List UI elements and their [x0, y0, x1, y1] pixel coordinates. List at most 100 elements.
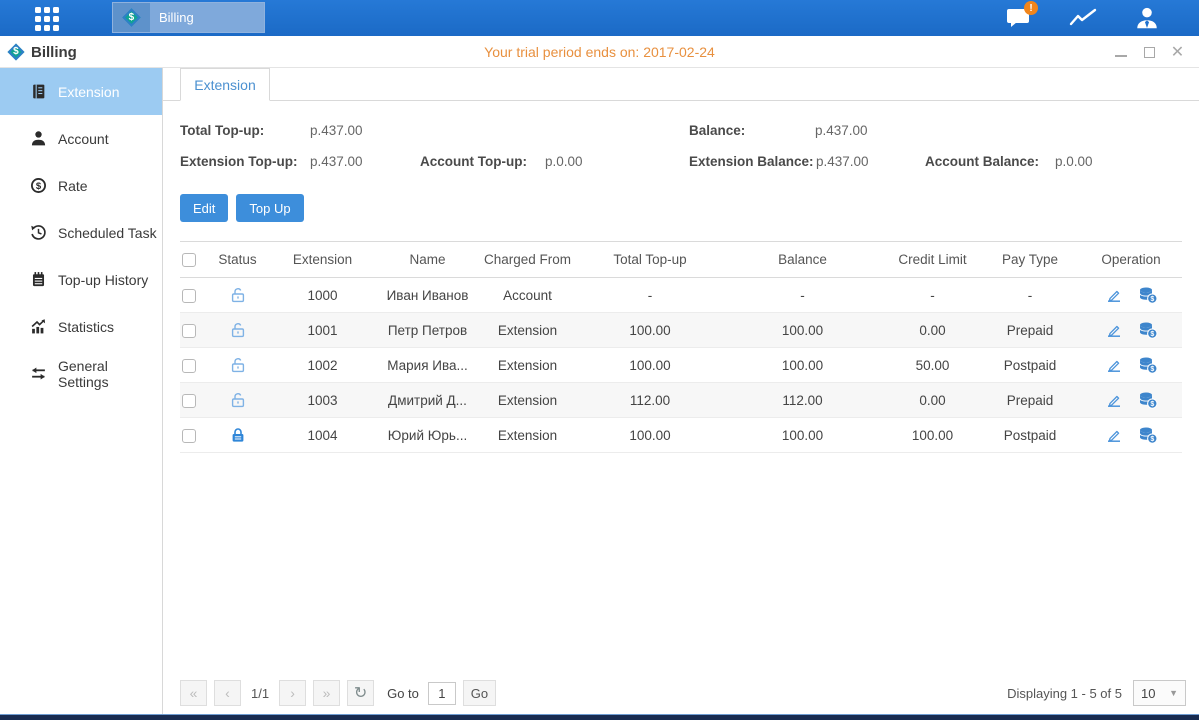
table-row: 1000Иван ИвановAccount----$	[180, 278, 1182, 313]
notifications-icon[interactable]: !	[1005, 5, 1033, 31]
account-topup-label: Account Top-up:	[420, 154, 545, 169]
taskbar-billing-tab[interactable]: $ Billing	[112, 2, 265, 33]
select-all-checkbox[interactable]	[182, 253, 196, 267]
history-clock-icon	[30, 224, 47, 241]
column-header-name: Name	[409, 252, 445, 267]
operation-cell: $	[1080, 286, 1182, 304]
status-cell[interactable]	[210, 418, 265, 453]
total-topup-cell: 100.00	[580, 313, 720, 348]
row-checkbox[interactable]	[182, 289, 196, 303]
maximize-button[interactable]	[1142, 46, 1157, 59]
previous-page-button[interactable]: ‹	[214, 680, 241, 706]
close-button[interactable]: ✕	[1170, 46, 1185, 59]
charged-from-cell: Extension	[475, 383, 580, 418]
charged-from-cell: Account	[475, 278, 580, 313]
edit-extension-icon[interactable]	[1105, 321, 1123, 339]
extension-topup-value: p.437.00	[310, 154, 420, 169]
chart-bars-icon	[30, 318, 47, 335]
topup-extension-icon[interactable]: $	[1138, 356, 1158, 374]
topup-extension-icon[interactable]: $	[1138, 426, 1158, 444]
goto-page-input[interactable]	[428, 682, 456, 705]
topup-extension-icon[interactable]: $	[1138, 321, 1158, 339]
unlocked-icon	[229, 286, 247, 304]
row-checkbox[interactable]	[182, 324, 196, 338]
pay-type-cell: Prepaid	[980, 383, 1080, 418]
row-checkbox[interactable]	[182, 394, 196, 408]
table-row: 1003Дмитрий Д...Extension112.00112.000.0…	[180, 383, 1182, 418]
minimize-button[interactable]	[1114, 46, 1129, 59]
resource-monitor-icon[interactable]	[1069, 5, 1097, 31]
locked-icon	[229, 426, 247, 444]
svg-text:$: $	[1150, 366, 1154, 373]
topup-extension-icon[interactable]: $	[1138, 391, 1158, 409]
sliders-icon	[30, 365, 47, 382]
sidebar-item-label: Scheduled Task	[58, 225, 157, 241]
sidebar-item-label: Rate	[58, 178, 88, 194]
app-launcher-icon[interactable]	[35, 7, 59, 31]
sidebar: Extension Account $ Rate	[0, 68, 163, 714]
first-page-button[interactable]: «	[180, 680, 207, 706]
dollar-circle-icon: $	[30, 177, 47, 194]
topup-extension-icon[interactable]: $	[1138, 286, 1158, 304]
account-topup-value: p.0.00	[545, 154, 583, 169]
status-cell[interactable]	[210, 278, 265, 313]
displaying-range-text: Displaying 1 - 5 of 5	[1007, 686, 1122, 701]
extension-topup-label: Extension Top-up:	[180, 154, 310, 169]
notification-badge: !	[1024, 1, 1038, 15]
edit-extension-icon[interactable]	[1105, 286, 1123, 304]
sidebar-item-scheduled-task[interactable]: Scheduled Task	[0, 209, 162, 256]
sidebar-item-label: Extension	[58, 84, 119, 100]
column-header-balance: Balance	[778, 252, 827, 267]
sidebar-item-topup-history[interactable]: Top-up History	[0, 256, 162, 303]
account-balance-value: p.0.00	[1055, 154, 1093, 169]
sidebar-item-general-settings[interactable]: General Settings	[0, 350, 162, 397]
pay-type-cell: Postpaid	[980, 348, 1080, 383]
column-header-operation: Operation	[1101, 252, 1160, 267]
edit-button[interactable]: Edit	[180, 194, 228, 222]
ledger-icon	[30, 83, 47, 100]
user-account-icon[interactable]	[1133, 5, 1161, 31]
extension-cell: 1004	[265, 418, 380, 453]
svg-text:$: $	[1150, 401, 1154, 408]
status-cell[interactable]	[210, 348, 265, 383]
sidebar-item-account[interactable]: Account	[0, 115, 162, 162]
name-cell: Иван Иванов	[380, 278, 475, 313]
edit-extension-icon[interactable]	[1105, 391, 1123, 409]
extension-table: Status Extension Name Charged From Total…	[180, 241, 1182, 453]
table-row: 1001Петр ПетровExtension100.00100.000.00…	[180, 313, 1182, 348]
pagination-bar: « ‹ 1/1 › » ↻ Go to Go Displaying 1 - 5 …	[180, 679, 1186, 707]
balance-cell: -	[720, 278, 885, 313]
pay-type-cell: Prepaid	[980, 313, 1080, 348]
top-up-button[interactable]: Top Up	[236, 194, 303, 222]
total-topup-label: Total Top-up:	[180, 123, 310, 138]
edit-extension-icon[interactable]	[1105, 356, 1123, 374]
action-buttons: Edit Top Up	[180, 194, 1182, 222]
summary-panel: Total Top-up: p.437.00 Extension Top-up:…	[180, 115, 1182, 177]
svg-text:$: $	[1150, 296, 1154, 303]
billing-window-icon: $	[8, 44, 25, 61]
go-button[interactable]: Go	[463, 680, 496, 706]
last-page-button[interactable]: »	[313, 680, 340, 706]
row-checkbox[interactable]	[182, 429, 196, 443]
sidebar-item-rate[interactable]: $ Rate	[0, 162, 162, 209]
next-page-button[interactable]: ›	[279, 680, 306, 706]
status-cell[interactable]	[210, 313, 265, 348]
sidebar-item-label: Top-up History	[58, 272, 148, 288]
sidebar-item-statistics[interactable]: Statistics	[0, 303, 162, 350]
operation-cell: $	[1080, 391, 1182, 409]
edit-extension-icon[interactable]	[1105, 426, 1123, 444]
sidebar-item-extension[interactable]: Extension	[0, 68, 162, 115]
refresh-icon[interactable]: ↻	[347, 680, 374, 706]
total-topup-value: p.437.00	[310, 123, 363, 138]
credit-limit-cell: 50.00	[885, 348, 980, 383]
billing-app-icon: $	[113, 3, 150, 32]
tab-extension[interactable]: Extension	[180, 68, 270, 101]
column-header-charged-from: Charged From	[484, 252, 571, 267]
page-size-select[interactable]: 10 ▼	[1133, 680, 1186, 706]
window-bottom-edge	[0, 714, 1199, 720]
status-cell[interactable]	[210, 383, 265, 418]
sidebar-item-label: General Settings	[58, 358, 162, 390]
svg-text:$: $	[36, 181, 42, 192]
trial-notice: Your trial period ends on: 2017-02-24	[0, 36, 1199, 68]
row-checkbox[interactable]	[182, 359, 196, 373]
